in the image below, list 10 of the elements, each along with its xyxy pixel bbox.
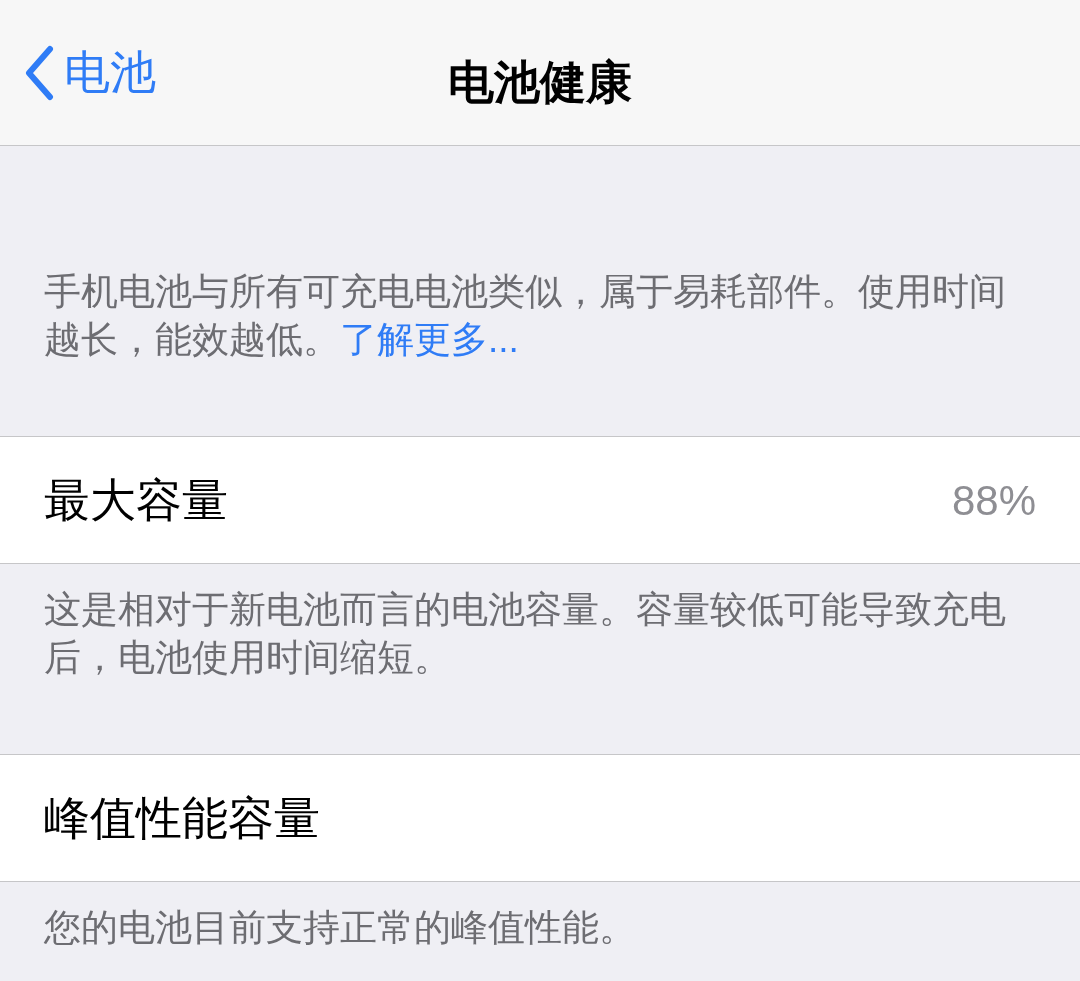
learn-more-link[interactable]: 了解更多... bbox=[340, 319, 519, 360]
info-paragraph: 手机电池与所有可充电电池类似，属于易耗部件。使用时间越长，能效越低。了解更多... bbox=[44, 270, 1007, 362]
row-label: 最大容量 bbox=[44, 472, 228, 528]
navigation-title: 电池健康 bbox=[448, 56, 632, 108]
row-value: 88% bbox=[951, 475, 1036, 526]
back-chevron-icon bbox=[24, 44, 54, 101]
back-button[interactable]: 电池 bbox=[0, 38, 156, 107]
footer-note: 这是相对于新电池而言的电池容量。容量较低可能导致充电后，电池使用时间缩短。 bbox=[44, 588, 1007, 680]
footer-note: 您的电池目前支持正常的峰值性能。 bbox=[44, 906, 637, 950]
row-label: 峰值性能容量 bbox=[44, 790, 320, 846]
